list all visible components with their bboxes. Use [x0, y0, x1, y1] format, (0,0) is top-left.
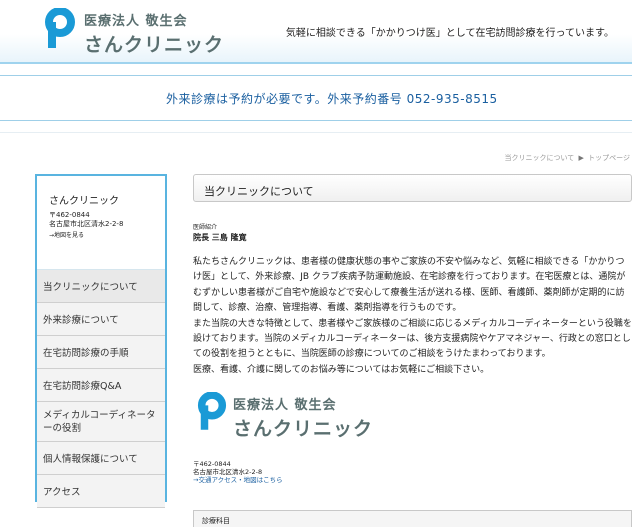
sidebar-clinic-name: さんクリニック — [49, 196, 119, 207]
logo-corp-name: 医療法人 敬生会 — [84, 14, 188, 29]
sidebar-item-privacy[interactable]: 個人情報保護について — [37, 442, 165, 475]
main-content: 当クリニックについて 医師紹介 院長 三島 隆寛 私たちさんクリニックは、患者様… — [193, 174, 632, 484]
sidebar-map-link[interactable]: →地図を見る — [49, 230, 165, 239]
sidebar-item-access[interactable]: アクセス — [37, 475, 165, 508]
sidebar-item-medical-coordinator[interactable]: メディカルコーディネーターの役割 — [37, 402, 165, 442]
about-paragraph-1: 私たちさんクリニックは、患者様の健康状態の事やご家族の不安や悩みなど、気軽に相談… — [193, 257, 626, 314]
reservation-banner: 外来診療は予約が必要です。外来予約番号 052-935-8515 — [0, 75, 632, 121]
about-paragraph-2: また当院の大きな特徴として、患者様やご家族様のご相談に応じるメディカルコーディネ… — [193, 318, 632, 360]
sidebar-address: 名古屋市北区清水2-2-8 — [49, 220, 124, 228]
header-divider — [0, 62, 632, 64]
doctor-name: 院長 三島 隆寛 — [193, 233, 247, 242]
sidebar-item-about[interactable]: 当クリニックについて — [37, 270, 165, 303]
site-header: 医療法人 敬生会 さんクリニック 気軽に相談できる「かかりつけ医」として在宅訪問… — [0, 0, 632, 62]
sidebar-item-home-visit-qa[interactable]: 在宅訪問診療Q&A — [37, 369, 165, 402]
page-title: 当クリニックについて — [193, 174, 632, 202]
sidebar-clinic-info: さんクリニック 〒462-0844 名古屋市北区清水2-2-8 →地図を見る — [37, 176, 165, 270]
logo-clinic-name: さんクリニック — [84, 34, 225, 56]
header-tagline: 気軽に相談できる「かかりつけ医」として在宅訪問診療を行っています。 — [285, 28, 614, 39]
about-text: 私たちさんクリニックは、患者様の健康状態の事やご家族の不安や悩みなど、気軽に相談… — [193, 255, 632, 378]
content-logo-clinic-name: さんクリニック — [233, 418, 374, 441]
breadcrumb-current: 当クリニックについて — [504, 154, 575, 162]
about-paragraph-3: 医療、看護、介護に関してのお悩み等についてはお気軽にご相談下さい。 — [193, 364, 490, 375]
content-clinic-logo: 医療法人 敬生会 さんクリニック — [193, 392, 632, 440]
sidebar-item-outpatient[interactable]: 外来診療について — [37, 303, 165, 336]
sidebar-postal: 〒462-0844 — [49, 211, 90, 219]
sidebar-item-home-visit-steps[interactable]: 在宅訪問診療の手順 — [37, 336, 165, 369]
logo-mark-icon — [197, 392, 227, 430]
section-divider — [0, 132, 632, 133]
reservation-banner-text: 外来診療は予約が必要です。外来予約番号 052-935-8515 — [166, 92, 498, 106]
logo-mark-icon — [45, 8, 75, 48]
breadcrumb-home-link[interactable]: トップページ — [588, 154, 630, 162]
content-logo-corp-name: 医療法人 敬生会 — [233, 398, 337, 414]
doctor-intro-label: 医師紹介 — [193, 224, 218, 231]
breadcrumb: 当クリニックについて ▶ トップページ — [504, 153, 630, 163]
breadcrumb-arrow-icon: ▶ — [578, 154, 584, 162]
access-map-link[interactable]: →交通アクセス・地図はこちら — [193, 476, 632, 484]
sidebar: さんクリニック 〒462-0844 名古屋市北区清水2-2-8 →地図を見る 当… — [35, 174, 167, 508]
departments-table-header: 診療科目 — [193, 510, 632, 527]
content-address-block: 〒462-0844 名古屋市北区清水2-2-8 →交通アクセス・地図はこちら — [193, 460, 632, 484]
